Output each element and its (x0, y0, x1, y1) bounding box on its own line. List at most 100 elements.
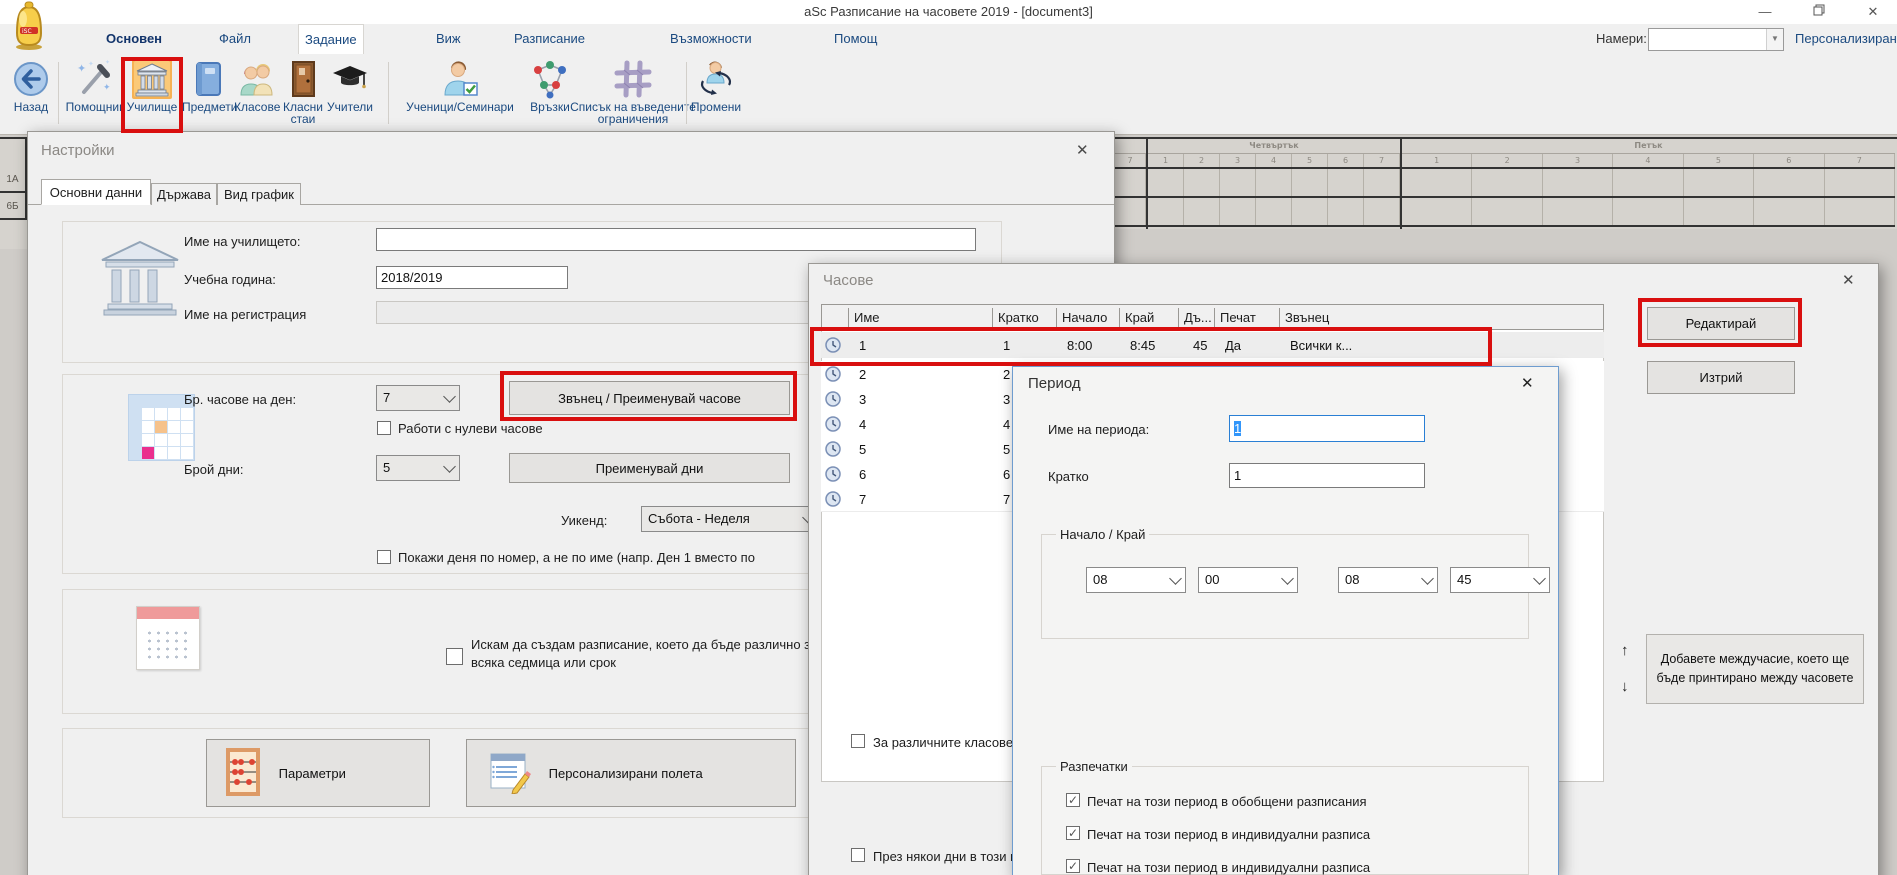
timetable-cell[interactable] (1402, 198, 1472, 225)
time-select-2[interactable]: 00 (1198, 567, 1298, 593)
close-window-button[interactable]: ✕ (1850, 0, 1896, 24)
timetable-cell[interactable] (1543, 198, 1613, 225)
timetable-cell[interactable] (1148, 169, 1184, 196)
hours-column-header[interactable]: Кратко (992, 308, 1039, 328)
timetable-cell[interactable] (1754, 169, 1824, 196)
toolbar-button-people[interactable]: Класове (234, 57, 280, 131)
some-days-checkbox[interactable] (851, 848, 865, 862)
custom-fields-button[interactable]: Персонализирани полета (466, 739, 796, 807)
different-classes-checkbox[interactable] (851, 734, 865, 748)
timetable-cell[interactable] (1684, 169, 1754, 196)
timetable-cell[interactable] (1613, 169, 1683, 196)
time-select-1[interactable]: 08 (1086, 567, 1186, 593)
printout-checkbox-3[interactable]: ✓ (1066, 859, 1080, 873)
toolbar-button-student[interactable]: Ученици/Семинари (394, 57, 526, 131)
menu-item-1[interactable]: Основен (100, 24, 168, 54)
days-count-select[interactable]: 5 (376, 455, 460, 481)
add-break-note[interactable]: Добавете междучасие, което ще бъде принт… (1646, 634, 1864, 704)
personalize-link[interactable]: Персонализиране (1795, 24, 1897, 54)
menu-item-3[interactable]: Задание (298, 24, 364, 55)
timetable-cell[interactable] (1825, 198, 1895, 225)
period-cell: 7 (859, 486, 866, 514)
timetable-cell[interactable] (1148, 198, 1184, 225)
printout-checkbox-2[interactable]: ✓ (1066, 826, 1080, 840)
timetable-cell[interactable] (1184, 198, 1220, 225)
timetable-cell[interactable] (1184, 169, 1220, 196)
toolbar-button-book[interactable]: Предмети (182, 57, 234, 131)
weekend-select[interactable]: Събота - Неделя (641, 506, 819, 532)
tab-basic-data[interactable]: Основни данни (41, 179, 151, 205)
timetable-cell[interactable] (1402, 169, 1472, 196)
hours-column-header[interactable]: Край (1119, 308, 1154, 328)
toolbar-button-wand[interactable]: ✦✦✦✦Помощник (62, 57, 128, 131)
menu-item-6[interactable]: Възможности (664, 24, 758, 54)
timetable-cell[interactable] (1364, 169, 1400, 196)
timetable-cell[interactable] (1115, 198, 1146, 225)
toolbar-button-back[interactable]: Назад (6, 57, 56, 131)
timetable-day: Петък1234567 (1400, 139, 1895, 229)
menu-item-5[interactable]: Разписание (508, 24, 591, 54)
timetable-cell[interactable] (1613, 198, 1683, 225)
menu-item-2[interactable]: Файл (213, 24, 257, 54)
timetable-cell[interactable] (1292, 169, 1328, 196)
timetable-cell[interactable] (1256, 198, 1292, 225)
rename-days-button[interactable]: Преименувай дни (509, 453, 790, 483)
hours-column-header[interactable]: Дъ... (1178, 308, 1212, 328)
school-name-input[interactable] (376, 228, 976, 251)
chevron-down-icon[interactable]: ▼ (1766, 29, 1783, 50)
school-year-input[interactable] (376, 266, 568, 289)
timetable-cell[interactable] (1328, 198, 1364, 225)
maximize-button[interactable] (1796, 0, 1842, 24)
show-day-by-number-checkbox[interactable] (377, 550, 391, 564)
minimize-button[interactable]: — (1742, 0, 1788, 24)
hours-column-header[interactable]: Звънец (1279, 308, 1329, 328)
bell-rename-periods-button[interactable]: Звънец / Преименувай часове (509, 381, 790, 415)
parameters-button[interactable]: Параметри (206, 739, 430, 807)
timetable-cell[interactable] (1472, 198, 1542, 225)
people-icon (237, 59, 277, 99)
time-select-4[interactable]: 45 (1450, 567, 1550, 593)
period-short-input[interactable] (1229, 463, 1425, 488)
period-name-input[interactable]: 1 (1229, 415, 1425, 442)
toolbar-button-cap[interactable]: Учители (326, 57, 374, 131)
toolbar-button-school[interactable]: Училище (124, 57, 180, 131)
tab-schedule-type[interactable]: Вид график (217, 183, 301, 205)
hours-column-header[interactable]: Печат (1214, 308, 1256, 328)
hours-column-header[interactable]: Име (848, 308, 880, 328)
bank-building-icon (96, 238, 184, 321)
settings-close-icon[interactable]: ✕ (1076, 141, 1089, 159)
timetable-cell[interactable] (1256, 169, 1292, 196)
tab-country[interactable]: Държава (151, 183, 217, 205)
menu-item-7[interactable]: Помощ (828, 24, 883, 54)
edit-period-button[interactable]: Редактирай (1647, 307, 1795, 340)
timetable-cell[interactable] (1825, 169, 1895, 196)
delete-period-button[interactable]: Изтрий (1647, 361, 1795, 394)
timetable-cell[interactable] (1115, 169, 1146, 196)
hours-close-icon[interactable]: ✕ (1842, 271, 1855, 289)
toolbar-button-changes[interactable]: Промени (690, 57, 742, 131)
timetable-cell[interactable] (1754, 198, 1824, 225)
zero-periods-checkbox[interactable] (377, 421, 391, 435)
different-weeks-checkbox[interactable] (446, 648, 463, 665)
timetable-cell[interactable] (1472, 169, 1542, 196)
timetable-cell[interactable] (1220, 198, 1256, 225)
time-select-3[interactable]: 08 (1338, 567, 1438, 593)
timetable-cell[interactable] (1684, 198, 1754, 225)
timetable-cell[interactable] (1543, 169, 1613, 196)
move-down-button[interactable]: ↓ (1621, 678, 1629, 695)
timetable-cell[interactable] (1328, 169, 1364, 196)
period-close-icon[interactable]: ✕ (1521, 374, 1534, 392)
move-up-button[interactable]: ↑ (1621, 642, 1629, 659)
toolbar-button-door[interactable]: Класни стаи (280, 57, 326, 131)
hours-column-header[interactable]: Начало (1056, 308, 1107, 328)
menu-item-4[interactable]: Виж (430, 24, 467, 54)
timetable-cell[interactable] (1220, 169, 1256, 196)
timetable-cell[interactable] (1364, 198, 1400, 225)
timetable-day: Четвъртък1234567 (1146, 139, 1400, 229)
printout-checkbox-1[interactable]: ✓ (1066, 793, 1080, 807)
find-combobox[interactable]: ▼ (1648, 28, 1784, 51)
timetable-cell[interactable] (1292, 198, 1328, 225)
period-number-cell: 6 (1328, 154, 1364, 167)
periods-per-day-select[interactable]: 7 (376, 385, 460, 411)
period-row-selected[interactable]: 118:008:4545ДаВсички к... (821, 332, 1604, 358)
